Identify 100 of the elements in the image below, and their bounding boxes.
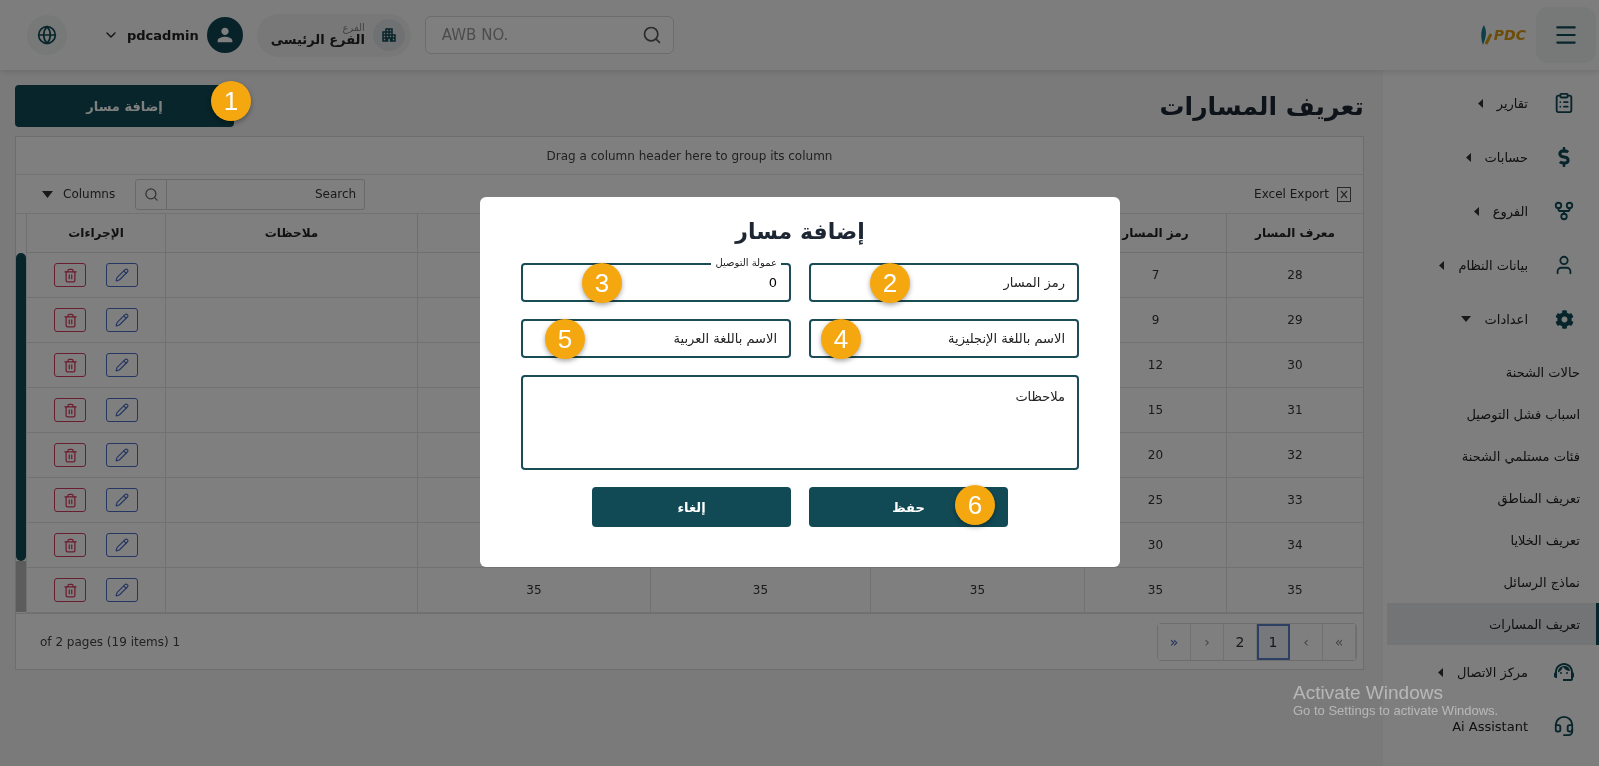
- menu-button[interactable]: [1536, 7, 1596, 63]
- trash-icon: [62, 492, 78, 508]
- sidebar-subitem[interactable]: تعريف المناطق: [1387, 477, 1599, 519]
- table-cell: 35: [1226, 568, 1363, 613]
- trash-icon: [62, 537, 78, 553]
- table-cell: 32: [1226, 433, 1363, 478]
- trash-icon: [62, 357, 78, 373]
- table-cell: 28: [1226, 253, 1363, 298]
- activation-subtitle: Go to Settings to activate Windows.: [1293, 703, 1499, 719]
- globe-icon: [37, 25, 57, 45]
- pencil-icon: [115, 403, 129, 417]
- activation-title: Activate Windows: [1293, 683, 1444, 704]
- sidebar-item[interactable]: Ai Assistant: [1452, 718, 1528, 734]
- pager-button[interactable]: 1: [1257, 623, 1290, 660]
- edit-button[interactable]: [106, 263, 138, 287]
- pencil-icon: [115, 313, 129, 327]
- edit-button[interactable]: [106, 533, 138, 557]
- column-header[interactable]: معرف المسار: [1226, 214, 1363, 253]
- search-icon: [641, 25, 662, 45]
- table-cell: 35: [650, 568, 870, 613]
- sidebar-item[interactable]: مركز الاتصال: [1457, 664, 1528, 680]
- table-cell: 34: [1226, 523, 1363, 568]
- pencil-icon: [115, 268, 129, 282]
- caret-left-icon: [1439, 260, 1445, 270]
- table-cell: 29: [1226, 298, 1363, 343]
- clipboard-icon: [1553, 92, 1575, 114]
- delete-button[interactable]: [54, 263, 86, 287]
- caret-left-icon: [1465, 152, 1471, 162]
- trash-icon: [62, 312, 78, 328]
- sidebar-item[interactable]: بيانات النظام: [1458, 257, 1528, 273]
- pager-button[interactable]: «: [1158, 623, 1191, 660]
- table-cell: 35: [417, 568, 650, 613]
- search-icon: [143, 186, 159, 202]
- trash-icon: [62, 447, 78, 463]
- delete-button[interactable]: [54, 308, 86, 332]
- building-icon: [372, 19, 405, 51]
- sidebar-item[interactable]: تقارير: [1496, 95, 1528, 111]
- pencil-icon: [115, 448, 129, 462]
- caret-down-icon: [42, 190, 53, 198]
- page-title: تعريف المسارات: [1159, 91, 1364, 121]
- group-panel-hint: Drag a column header here to group its column: [16, 137, 1363, 175]
- notes-field[interactable]: ملاحظات: [521, 375, 1079, 470]
- pencil-icon: [115, 583, 129, 597]
- table-cell: 33: [1226, 478, 1363, 523]
- caret-down-icon: [1460, 316, 1471, 322]
- field-label: عمولة التوصيل: [711, 257, 781, 269]
- caret-left-icon: [1477, 98, 1483, 108]
- language-button[interactable]: [27, 15, 67, 55]
- table-cell: 31: [1226, 388, 1363, 433]
- sidebar-subitem[interactable]: اسباب فشل التوصيل: [1387, 393, 1599, 435]
- pencil-icon: [115, 493, 129, 507]
- edit-button[interactable]: [106, 488, 138, 512]
- trash-icon: [62, 402, 78, 418]
- sidebar-subitem[interactable]: نماذج الرسائل: [1387, 561, 1599, 603]
- edit-button[interactable]: [106, 398, 138, 422]
- scrollbar-thumb[interactable]: [16, 253, 26, 561]
- grid-search-field[interactable]: Search: [167, 178, 366, 210]
- delete-button[interactable]: [54, 533, 86, 557]
- trash-icon: [62, 267, 78, 283]
- branch-icon: [1553, 200, 1575, 222]
- sidebar-subitem[interactable]: تعريف الخلايا: [1387, 519, 1599, 561]
- caret-left-icon: [1473, 206, 1479, 216]
- pager-summary: of 2 pages (19 items) 1: [40, 634, 181, 649]
- dialog-title: إضافة مسار: [733, 219, 866, 244]
- edit-button[interactable]: [106, 308, 138, 332]
- sidebar-item[interactable]: حسابات: [1484, 149, 1528, 165]
- sidebar-subitem[interactable]: فئات مستلمي الشحنة: [1387, 435, 1599, 477]
- trash-icon: [62, 582, 78, 598]
- delete-button[interactable]: [54, 443, 86, 467]
- sidebar-subitem[interactable]: تعريف المسارات: [1387, 603, 1599, 645]
- excel-export-button[interactable]: Excel Export: [1248, 185, 1357, 203]
- column-header[interactable]: الإجراءات: [26, 214, 165, 253]
- table-cell: 35: [870, 568, 1084, 613]
- edit-button[interactable]: [106, 578, 138, 602]
- user-name[interactable]: pdcadmin: [127, 27, 199, 43]
- excel-icon: [1337, 186, 1351, 202]
- pencil-icon: [115, 358, 129, 372]
- delete-button[interactable]: [54, 398, 86, 422]
- table-cell: 30: [1226, 343, 1363, 388]
- delete-button[interactable]: [54, 353, 86, 377]
- support-agent-icon: [1552, 660, 1576, 684]
- delete-button[interactable]: [54, 488, 86, 512]
- leaf-logo-icon: [1479, 25, 1492, 45]
- sidebar-item[interactable]: اعدادات: [1484, 311, 1528, 327]
- sidebar-item[interactable]: الفروع: [1492, 203, 1528, 219]
- logo-text: PDC: [1493, 27, 1526, 43]
- sidebar-subitem[interactable]: حالات الشحنة: [1387, 351, 1599, 393]
- edit-button[interactable]: [106, 353, 138, 377]
- avatar-icon[interactable]: [206, 17, 243, 53]
- pencil-icon: [115, 538, 129, 552]
- step-badge: 1: [211, 81, 251, 121]
- column-header[interactable]: ملاحظات: [165, 214, 417, 253]
- branch-selector[interactable]: الفرع الفرع الرئيسى: [256, 13, 411, 57]
- delete-button[interactable]: [54, 578, 86, 602]
- columns-button[interactable]: Columns: [36, 186, 122, 202]
- table-cell: 35: [1084, 568, 1226, 613]
- cancel-button[interactable]: إلغاء: [592, 487, 791, 527]
- headset-icon: [1553, 715, 1575, 737]
- edit-button[interactable]: [106, 443, 138, 467]
- settings-icon: [1554, 309, 1574, 329]
